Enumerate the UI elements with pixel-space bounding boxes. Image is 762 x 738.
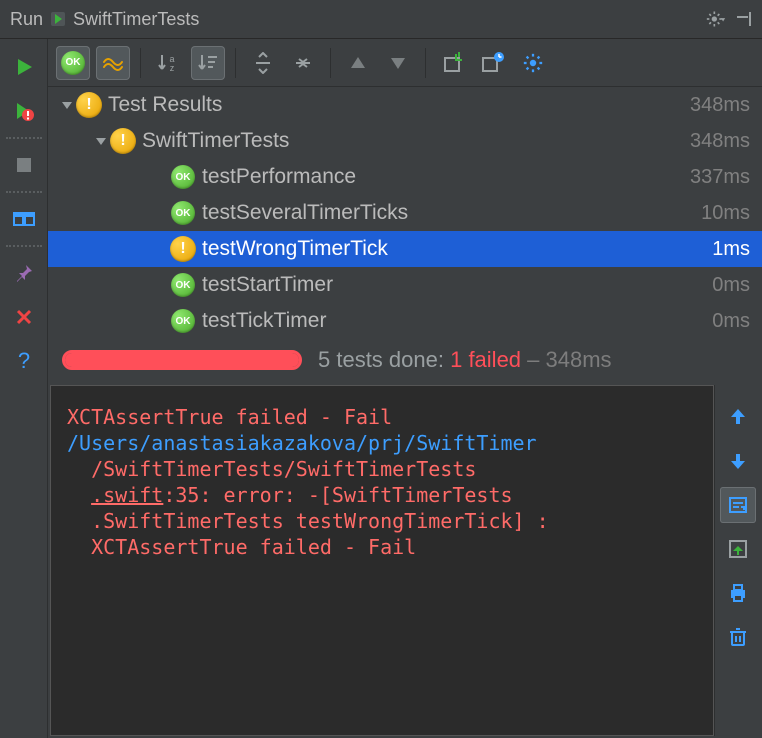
test-name: SwiftTimerTests: [142, 129, 690, 153]
disclosure-icon[interactable]: [58, 98, 76, 112]
history-button[interactable]: [476, 46, 510, 80]
summary-fail-text: 1 failed: [450, 347, 521, 372]
show-ignored-toggle[interactable]: [96, 46, 130, 80]
expand-all-button[interactable]: [246, 46, 280, 80]
export-results-button[interactable]: [436, 46, 470, 80]
sort-alpha-button[interactable]: az: [151, 46, 185, 80]
ok-badge-icon: OK: [171, 201, 195, 225]
test-duration: 337ms: [690, 166, 750, 189]
clear-all-button[interactable]: [720, 619, 756, 655]
settings-dropdown-icon[interactable]: [706, 9, 726, 29]
ok-badge-icon: OK: [171, 165, 195, 189]
run-label: Run: [10, 9, 43, 30]
test-row[interactable]: OK testSeveralTimerTicks 10ms: [48, 195, 762, 231]
prev-failed-button[interactable]: [341, 46, 375, 80]
warn-badge-icon: !: [170, 236, 196, 262]
progress-bar: [62, 350, 302, 370]
print-button[interactable]: [720, 575, 756, 611]
test-row[interactable]: OK testPerformance 337ms: [48, 159, 762, 195]
svg-text:z: z: [170, 63, 175, 73]
test-duration: 1ms: [712, 238, 750, 261]
console-line: XCTAssertTrue failed - Fail: [67, 535, 416, 559]
test-duration: 348ms: [690, 130, 750, 153]
test-options-gear-button[interactable]: [516, 46, 550, 80]
test-summary: 5 tests done: 1 failed – 348ms: [48, 339, 762, 385]
svg-text:?: ?: [17, 350, 29, 372]
stop-button[interactable]: [6, 147, 42, 183]
test-duration: 0ms: [712, 274, 750, 297]
summary-done-text: 5 tests done:: [318, 347, 450, 372]
run-button[interactable]: [6, 49, 42, 85]
console-link[interactable]: /Users/anastasiakazakova/prj/SwiftTimer: [67, 431, 537, 455]
test-duration: 0ms: [712, 310, 750, 333]
scroll-up-button[interactable]: [720, 399, 756, 435]
left-rail: ?: [0, 39, 48, 738]
ok-badge-icon: OK: [61, 51, 85, 75]
close-button[interactable]: [6, 299, 42, 335]
collapse-all-button[interactable]: [286, 46, 320, 80]
config-name: SwiftTimerTests: [73, 9, 199, 30]
warn-badge-icon: !: [110, 128, 136, 154]
test-toolbar: OK az: [48, 39, 762, 87]
scroll-down-button[interactable]: [720, 443, 756, 479]
layout-button[interactable]: [6, 201, 42, 237]
config-icon: [49, 10, 67, 28]
help-button[interactable]: ?: [6, 343, 42, 379]
test-suite-row[interactable]: ! SwiftTimerTests 348ms: [48, 123, 762, 159]
ok-badge-icon: OK: [171, 309, 195, 333]
test-tree[interactable]: ! Test Results 348ms ! SwiftTimerTests 3…: [48, 87, 762, 339]
test-duration: 10ms: [701, 202, 750, 225]
summary-time-text: – 348ms: [521, 347, 612, 372]
test-root-row[interactable]: ! Test Results 348ms: [48, 87, 762, 123]
test-row[interactable]: OK testTickTimer 0ms: [48, 303, 762, 339]
soft-wrap-toggle[interactable]: [720, 487, 756, 523]
console-line: .SwiftTimerTests testWrongTimerTick] :: [67, 509, 549, 533]
test-name: testSeveralTimerTicks: [202, 201, 701, 225]
console-line: XCTAssertTrue failed - Fail: [67, 405, 392, 429]
test-name: testStartTimer: [202, 273, 712, 297]
console-line: .swift:35: error: -[SwiftTimerTests: [67, 483, 513, 507]
test-duration: 348ms: [690, 94, 750, 117]
test-row[interactable]: OK testStartTimer 0ms: [48, 267, 762, 303]
scroll-to-end-button[interactable]: [720, 531, 756, 567]
disclosure-icon[interactable]: [92, 134, 110, 148]
test-name: testPerformance: [202, 165, 690, 189]
ok-badge-icon: OK: [171, 273, 195, 297]
rerun-failed-button[interactable]: [6, 93, 42, 129]
console-line: /SwiftTimerTests/SwiftTimerTests: [67, 457, 476, 481]
pin-button[interactable]: [6, 255, 42, 291]
sort-duration-button[interactable]: [191, 46, 225, 80]
console-output[interactable]: XCTAssertTrue failed - Fail /Users/anast…: [50, 385, 714, 736]
test-name: Test Results: [108, 93, 690, 117]
console-right-rail: [714, 385, 760, 736]
warn-badge-icon: !: [76, 92, 102, 118]
hide-tool-window-icon[interactable]: [734, 9, 754, 29]
show-passed-toggle[interactable]: OK: [56, 46, 90, 80]
test-name: testWrongTimerTick: [202, 237, 712, 261]
test-row[interactable]: ! testWrongTimerTick 1ms: [48, 231, 762, 267]
next-failed-button[interactable]: [381, 46, 415, 80]
test-name: testTickTimer: [202, 309, 712, 333]
